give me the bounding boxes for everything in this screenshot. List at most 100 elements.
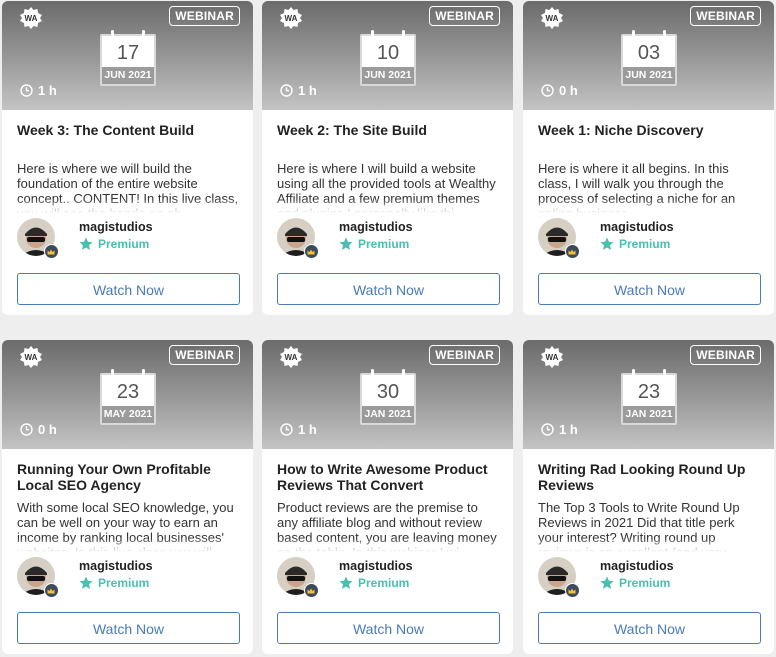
membership-badge: Premium <box>79 237 149 251</box>
calendar-ring <box>371 369 374 378</box>
duration-text: 1 h <box>298 422 317 437</box>
calendar-icon: 10 JUN 2021 <box>360 30 416 86</box>
card-header: WA WEBINAR 23 JAN 2021 1 h <box>523 340 774 449</box>
calendar-ring <box>142 369 145 378</box>
description-fade <box>17 538 242 552</box>
membership-badge: Premium <box>600 576 670 590</box>
duration-text: 1 h <box>559 422 578 437</box>
webinar-badge: WEBINAR <box>429 6 500 26</box>
webinar-card[interactable]: WA WEBINAR 03 JUN 2021 0 h Week 1: Niche… <box>523 1 774 315</box>
webinar-title[interactable]: Running Your Own Profitable Local SEO Ag… <box>17 461 242 493</box>
calendar-day: 10 <box>376 42 400 64</box>
calendar-month: MAY 2021 <box>102 406 154 423</box>
watch-now-button[interactable]: Watch Now <box>17 273 240 305</box>
svg-text:WA: WA <box>25 14 38 23</box>
svg-text:WA: WA <box>285 353 298 362</box>
description-fade <box>17 199 242 213</box>
duration: 1 h <box>541 422 578 437</box>
watch-now-button[interactable]: Watch Now <box>17 612 240 644</box>
duration-text: 0 h <box>559 83 578 98</box>
author-name[interactable]: magistudios <box>79 559 153 573</box>
author-name[interactable]: magistudios <box>339 220 413 234</box>
calendar-icon: 30 JAN 2021 <box>360 369 416 425</box>
webinar-card[interactable]: WA WEBINAR 17 JUN 2021 1 h Week 3: The C… <box>2 1 253 315</box>
webinar-description: With some local SEO knowledge, you can b… <box>17 500 242 552</box>
calendar-ring <box>142 30 145 39</box>
crown-icon <box>565 244 580 259</box>
clock-icon <box>541 84 554 97</box>
wa-logo-icon: WA <box>20 7 42 29</box>
clock-icon <box>541 423 554 436</box>
membership-label: Premium <box>98 576 150 590</box>
calendar-icon: 23 MAY 2021 <box>100 369 156 425</box>
watch-now-button[interactable]: Watch Now <box>277 612 500 644</box>
calendar-ring <box>111 30 114 39</box>
webinar-card[interactable]: WA WEBINAR 30 JAN 2021 1 h How to Write … <box>262 340 513 654</box>
duration: 1 h <box>280 83 317 98</box>
duration: 0 h <box>20 422 57 437</box>
description-fade <box>277 538 502 552</box>
svg-text:WA: WA <box>285 14 298 23</box>
author-name[interactable]: magistudios <box>600 559 674 573</box>
membership-label: Premium <box>98 237 150 251</box>
webinar-description: Product reviews are the premise to any a… <box>277 500 502 552</box>
calendar-month: JUN 2021 <box>102 67 154 84</box>
webinar-badge: WEBINAR <box>169 6 240 26</box>
calendar-ring <box>663 30 666 39</box>
clock-icon <box>280 423 293 436</box>
webinar-title[interactable]: Week 1: Niche Discovery <box>538 122 763 138</box>
webinar-title[interactable]: How to Write Awesome Product Reviews Tha… <box>277 461 502 493</box>
wa-logo-icon: WA <box>20 346 42 368</box>
membership-badge: Premium <box>79 576 149 590</box>
author-name[interactable]: magistudios <box>600 220 674 234</box>
webinar-badge: WEBINAR <box>690 345 761 365</box>
author-name[interactable]: magistudios <box>79 220 153 234</box>
star-icon <box>600 237 614 250</box>
duration-text: 0 h <box>38 422 57 437</box>
webinar-badge: WEBINAR <box>429 345 500 365</box>
calendar-month: JAN 2021 <box>362 406 414 423</box>
webinar-description: Here is where I will build a website usi… <box>277 161 502 213</box>
calendar-day: 30 <box>376 381 400 403</box>
watch-now-button[interactable]: Watch Now <box>538 612 761 644</box>
calendar-day: 23 <box>637 381 661 403</box>
watch-now-button[interactable]: Watch Now <box>538 273 761 305</box>
membership-label: Premium <box>619 576 671 590</box>
webinar-card[interactable]: WA WEBINAR 10 JUN 2021 1 h Week 2: The S… <box>262 1 513 315</box>
clock-icon <box>20 423 33 436</box>
card-header: WA WEBINAR 30 JAN 2021 1 h <box>262 340 513 449</box>
crown-icon <box>304 583 319 598</box>
description-fade <box>538 538 763 552</box>
calendar-ring <box>663 369 666 378</box>
webinar-description: The Top 3 Tools to Write Round Up Review… <box>538 500 763 552</box>
calendar-icon: 03 JUN 2021 <box>621 30 677 86</box>
star-icon <box>79 576 93 589</box>
membership-label: Premium <box>619 237 671 251</box>
crown-icon <box>44 244 59 259</box>
duration: 0 h <box>541 83 578 98</box>
wa-logo-icon: WA <box>280 7 302 29</box>
webinar-card[interactable]: WA WEBINAR 23 MAY 2021 0 h Running Your … <box>2 340 253 654</box>
calendar-ring <box>402 30 405 39</box>
clock-icon <box>280 84 293 97</box>
webinar-title[interactable]: Writing Rad Looking Round Up Reviews <box>538 461 763 493</box>
card-header: WA WEBINAR 03 JUN 2021 0 h <box>523 1 774 110</box>
star-icon <box>339 237 353 250</box>
crown-icon <box>565 583 580 598</box>
calendar-day: 17 <box>116 42 140 64</box>
webinar-title[interactable]: Week 2: The Site Build <box>277 122 502 138</box>
calendar-day: 23 <box>116 381 140 403</box>
card-header: WA WEBINAR 23 MAY 2021 0 h <box>2 340 253 449</box>
card-header: WA WEBINAR 17 JUN 2021 1 h <box>2 1 253 110</box>
membership-label: Premium <box>358 576 410 590</box>
duration-text: 1 h <box>298 83 317 98</box>
webinar-title[interactable]: Week 3: The Content Build <box>17 122 242 138</box>
wa-logo-icon: WA <box>541 346 563 368</box>
watch-now-button[interactable]: Watch Now <box>277 273 500 305</box>
description-fade <box>277 199 502 213</box>
membership-label: Premium <box>358 237 410 251</box>
author-name[interactable]: magistudios <box>339 559 413 573</box>
calendar-month: JAN 2021 <box>623 406 675 423</box>
calendar-month: JUN 2021 <box>362 67 414 84</box>
webinar-card[interactable]: WA WEBINAR 23 JAN 2021 1 h Writing Rad L… <box>523 340 774 654</box>
